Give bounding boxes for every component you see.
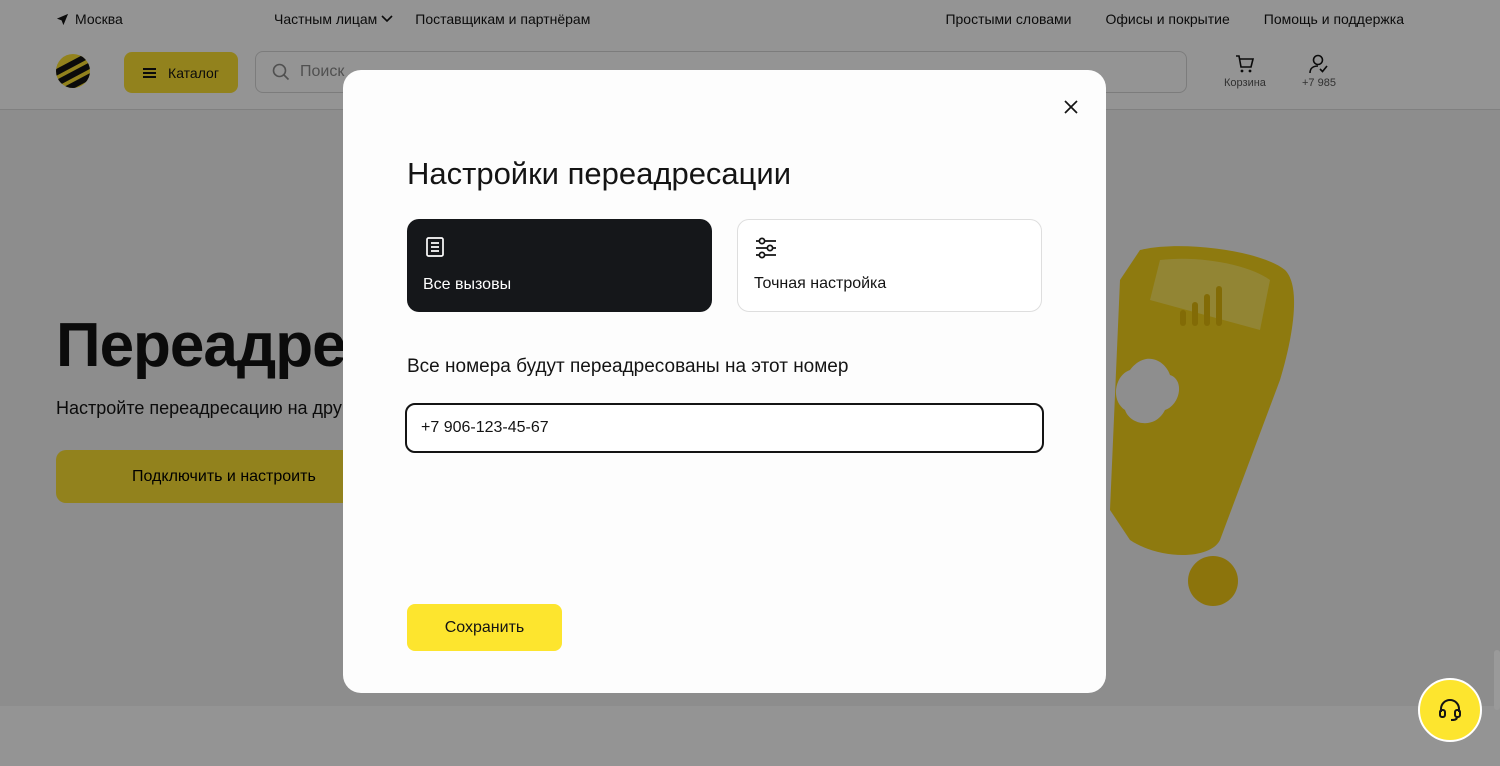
forward-number-label: Все номера будут переадресованы на этот … — [407, 356, 849, 377]
modal-title: Настройки переадресации — [407, 156, 792, 191]
page-scrollbar[interactable] — [1494, 650, 1500, 710]
headset-icon — [1439, 698, 1461, 721]
sliders-icon — [756, 237, 776, 259]
close-icon — [1064, 100, 1078, 114]
close-button[interactable] — [1058, 94, 1084, 120]
option-all-calls-label: Все вызовы — [423, 276, 512, 293]
option-all-calls[interactable]: Все вызовы — [407, 219, 712, 312]
option-precise-settings-label: Точная настройка — [754, 275, 887, 292]
option-precise-settings[interactable]: Точная настройка — [737, 219, 1042, 312]
support-chat-button[interactable] — [1418, 678, 1482, 742]
forward-number-input[interactable] — [405, 403, 1044, 453]
document-icon — [426, 237, 444, 257]
save-button[interactable]: Сохранить — [407, 604, 562, 651]
forwarding-settings-modal: Настройки переадресации Все вызовы Точна… — [343, 70, 1106, 693]
